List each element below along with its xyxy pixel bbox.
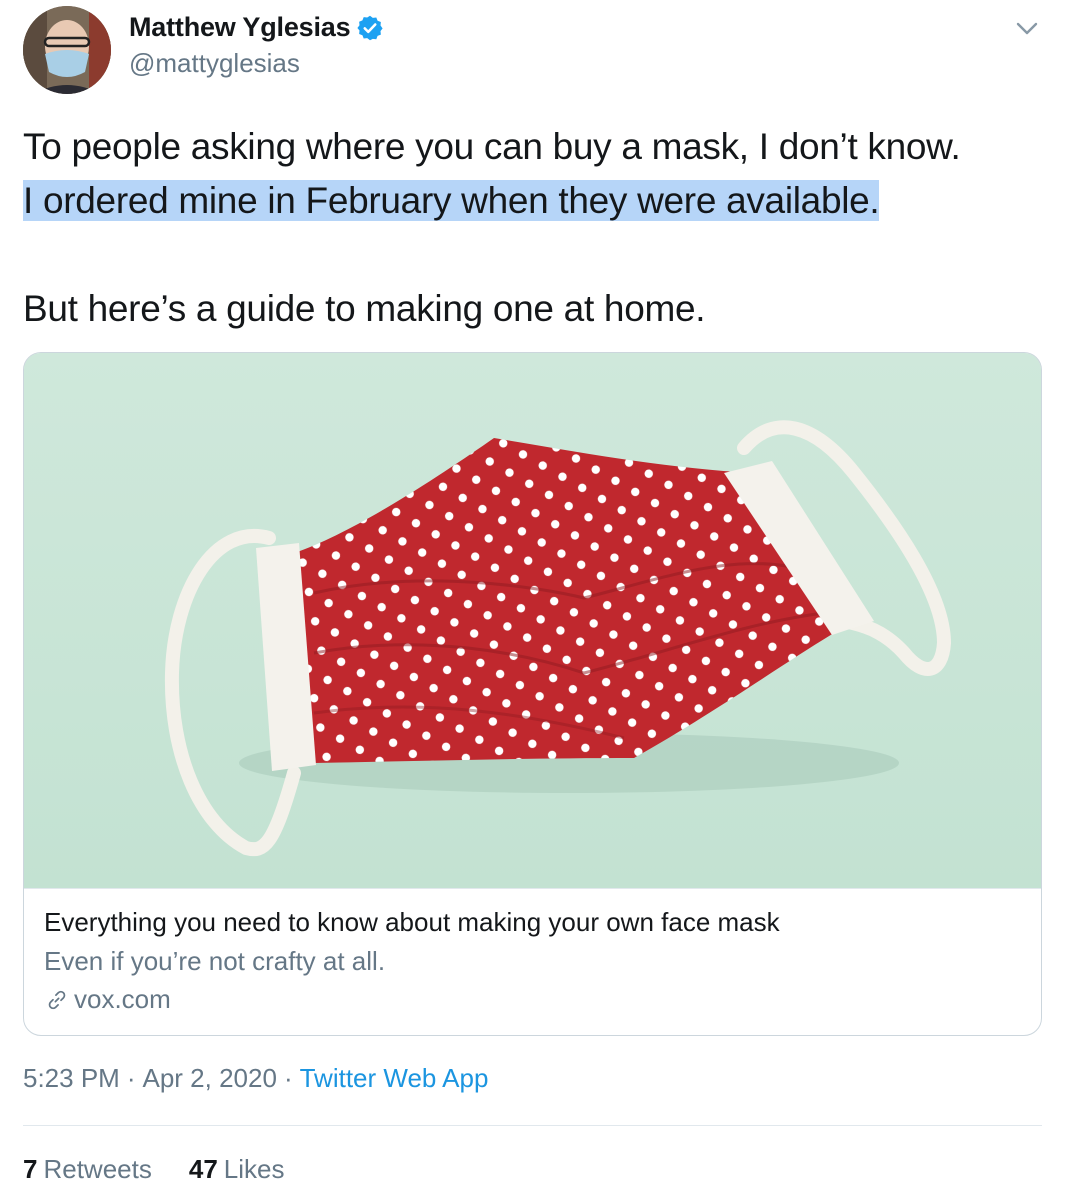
tweet-stats: 7 Retweets 47 Likes bbox=[23, 1154, 321, 1185]
card-title[interactable]: Everything you need to know about making… bbox=[44, 907, 780, 938]
likes-label: Likes bbox=[223, 1154, 285, 1184]
card-image[interactable] bbox=[24, 353, 1041, 888]
tweet-date[interactable]: Apr 2, 2020 bbox=[143, 1063, 277, 1093]
author-display-name[interactable]: Matthew Yglesias bbox=[129, 12, 351, 43]
retweets-stat[interactable]: 7 Retweets bbox=[23, 1154, 152, 1185]
tweet-text-highlighted-line: I ordered mine in February when they wer… bbox=[23, 180, 880, 221]
card-domain-label[interactable]: vox.com bbox=[74, 984, 171, 1015]
tweet-text-line: But here’s a guide to making one at home… bbox=[23, 288, 706, 329]
tweet-time[interactable]: 5:23 PM bbox=[23, 1063, 120, 1093]
meta-separator: · bbox=[126, 1063, 136, 1093]
link-icon bbox=[44, 987, 70, 1013]
tweet-source-link[interactable]: Twitter Web App bbox=[300, 1063, 489, 1093]
author-name-row[interactable]: Matthew Yglesias bbox=[129, 12, 384, 43]
profile-photo-icon bbox=[23, 6, 111, 94]
red-polka-dot-face-mask-photo-icon bbox=[24, 353, 1041, 888]
verified-badge-icon bbox=[356, 14, 384, 42]
tweet-meta: 5:23 PM · Apr 2, 2020 · Twitter Web App bbox=[23, 1063, 488, 1094]
likes-stat[interactable]: 47 Likes bbox=[189, 1154, 285, 1185]
chevron-down-icon[interactable] bbox=[1012, 14, 1042, 44]
avatar[interactable] bbox=[23, 6, 111, 94]
tweet-text: To people asking where you can buy a mas… bbox=[23, 120, 1053, 336]
retweets-label: Retweets bbox=[43, 1154, 152, 1184]
retweets-count: 7 bbox=[23, 1154, 38, 1184]
likes-count: 47 bbox=[188, 1154, 218, 1184]
tweet-text-line: To people asking where you can buy a mas… bbox=[23, 126, 961, 167]
meta-separator: · bbox=[283, 1063, 293, 1093]
card-body[interactable]: Everything you need to know about making… bbox=[24, 888, 1041, 1035]
card-domain[interactable]: vox.com bbox=[44, 984, 171, 1015]
divider bbox=[23, 1125, 1042, 1126]
author-handle[interactable]: @mattyglesias bbox=[129, 48, 300, 79]
link-preview-card[interactable]: Everything you need to know about making… bbox=[23, 352, 1042, 1036]
card-description: Even if you’re not crafty at all. bbox=[44, 946, 386, 976]
